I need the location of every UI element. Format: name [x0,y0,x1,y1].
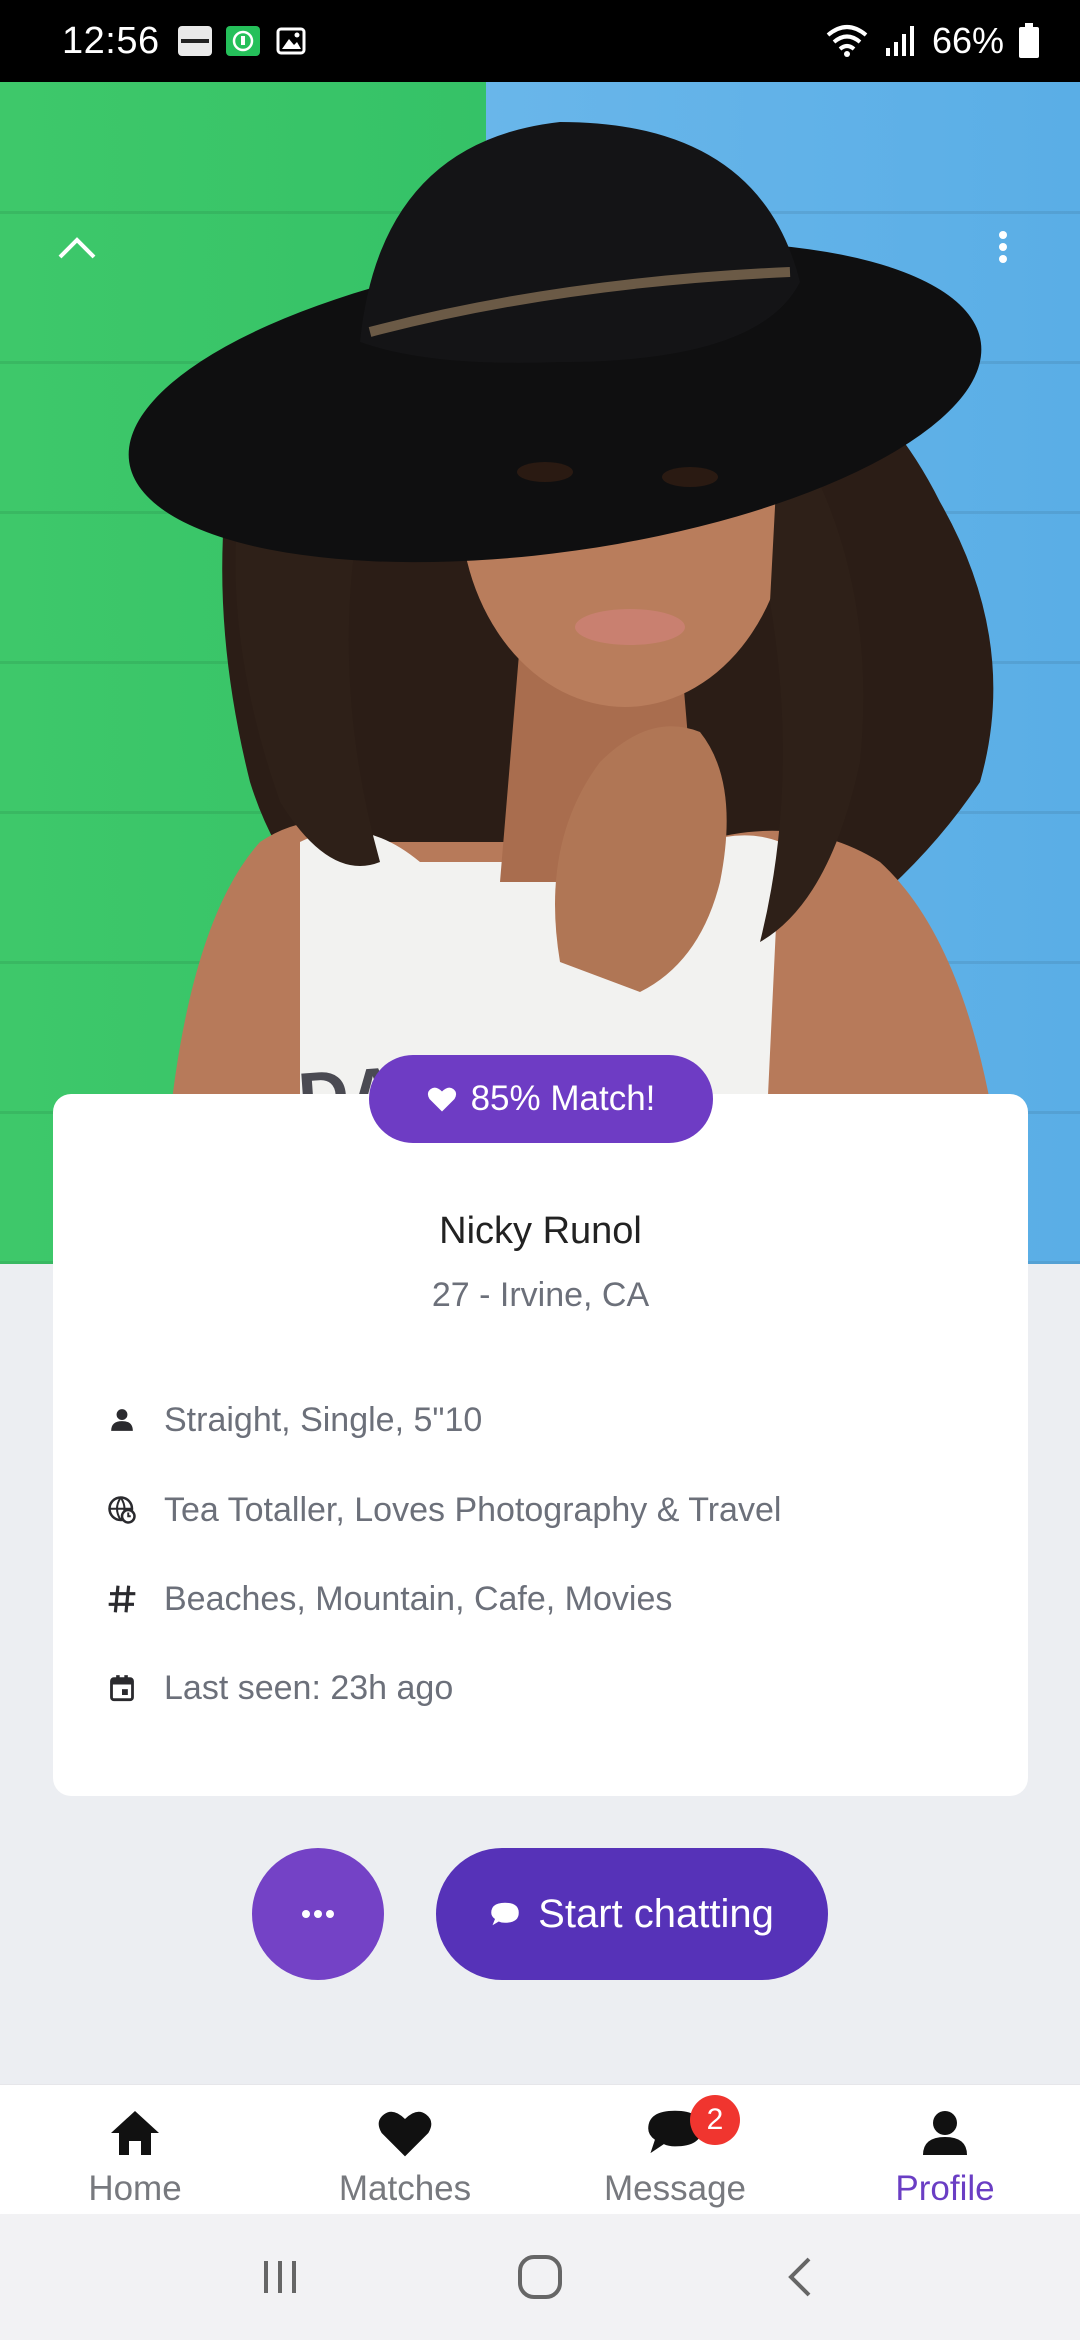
whatsapp-business-icon [225,26,260,56]
zomato-icon [177,26,212,56]
profile-name: Nicky Runol [439,1210,642,1252]
match-badge: 85% Match! [369,1055,713,1143]
hashtag-icon [100,1577,144,1621]
chat-bubble-icon [491,1902,519,1926]
profile-icon [921,2105,969,2161]
heart-icon [427,1087,456,1112]
status-bar: 12:56 66% [0,0,1080,82]
nav-profile[interactable]: Profile [810,2085,1080,2214]
start-chatting-button[interactable]: Start chatting [436,1848,828,1980]
gallery-icon [274,26,308,56]
home-icon [109,2105,161,2161]
more-vertical-icon [999,231,1007,263]
collapse-button[interactable] [52,222,102,272]
heart-icon [377,2105,433,2161]
calendar-icon [100,1666,144,1710]
battery-icon [1019,23,1039,58]
battery-percent: 66% [931,20,1004,61]
message-badge: 2 [690,2095,740,2145]
recents-icon[interactable] [240,2237,320,2317]
bottom-nav: Home Matches 2 Message Profile [0,2084,1080,2214]
more-options-button[interactable] [978,222,1028,272]
system-nav [0,2214,1080,2340]
detail-lifestyle: Tea Totaller, Loves Photography & Travel [100,1480,781,1540]
nav-message[interactable]: 2 Message [540,2085,810,2214]
wifi-icon [826,25,868,57]
nav-matches[interactable]: Matches [270,2085,540,2214]
home-circle-icon[interactable] [500,2237,580,2317]
detail-interests: Beaches, Mountain, Cafe, Movies [100,1569,672,1629]
start-chatting-label: Start chatting [538,1891,774,1936]
more-actions-button[interactable] [252,1848,384,1980]
profile-age-location: 27 - Irvine, CA [431,1276,650,1314]
back-icon[interactable] [760,2237,840,2317]
chevron-up-icon [58,237,96,259]
globe-icon [100,1488,144,1532]
status-time: 12:56 [62,19,160,62]
person-icon [100,1398,144,1442]
detail-last-seen: Last seen: 23h ago [100,1658,453,1718]
nav-home[interactable]: Home [0,2085,270,2214]
match-label: 85% Match! [470,1079,656,1118]
more-horizontal-icon [302,1910,334,1918]
detail-orientation: Straight, Single, 5"10 [100,1390,482,1450]
signal-icon [885,26,914,56]
